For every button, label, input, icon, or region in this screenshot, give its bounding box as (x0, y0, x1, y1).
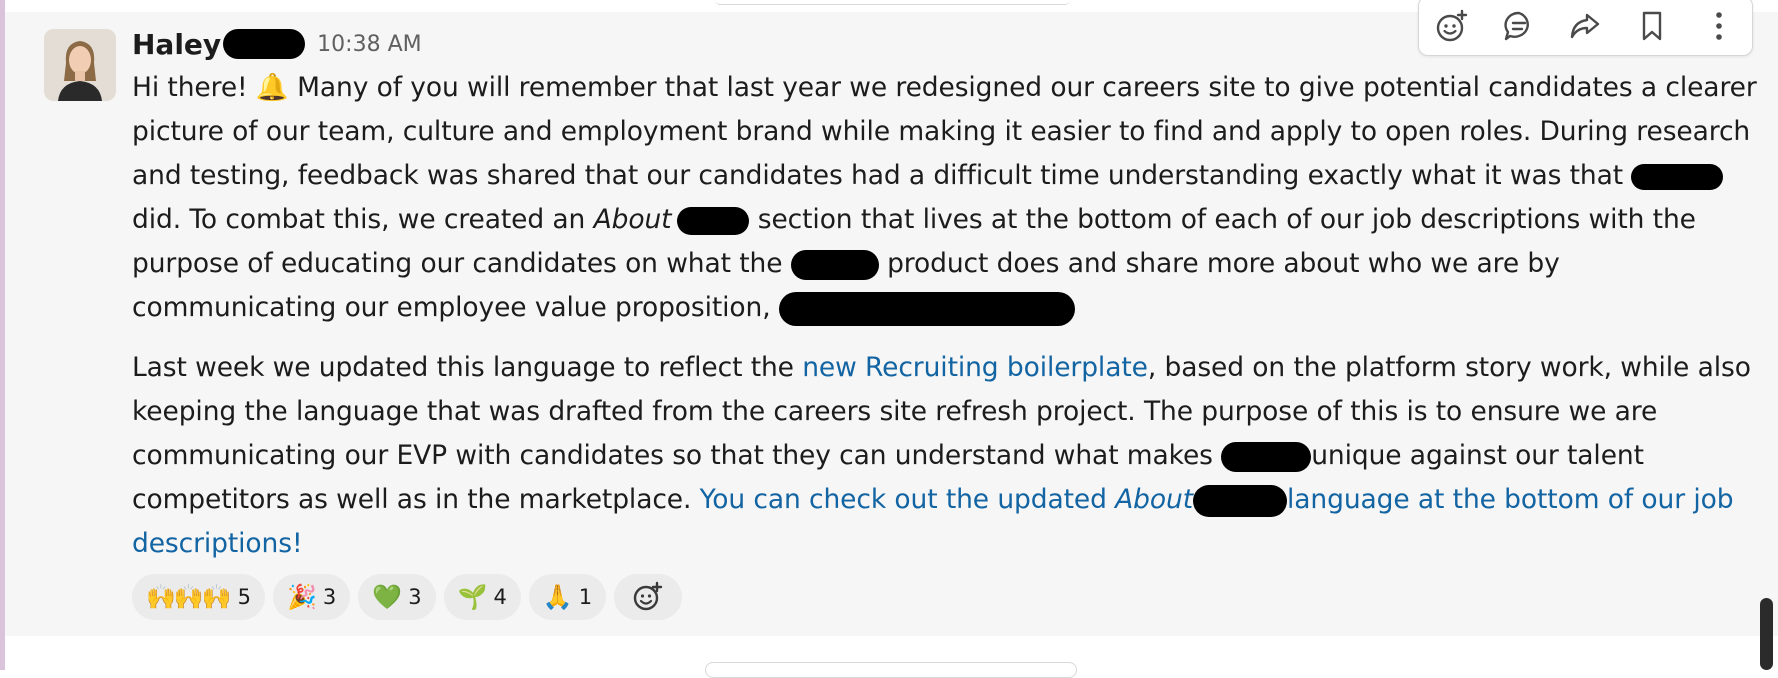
add-reaction-toolbar-button[interactable] (1430, 4, 1474, 48)
job-descriptions-link[interactable]: language at the bottom of our job (1287, 484, 1734, 515)
reaction-thank-you[interactable]: 🙏 1 (528, 574, 607, 620)
redacted-text (1631, 163, 1724, 190)
body-line: competitors as well as in the marketplac… (132, 478, 1752, 522)
body-text: product does and share more about who we… (878, 248, 1560, 279)
body-text: Many of you will remember that last year… (288, 72, 1757, 103)
body-text: section that lives at the bottom of each… (749, 204, 1696, 235)
author-name[interactable]: Haley (132, 28, 221, 61)
thank-you-emoji-icon: 🙏 (542, 583, 573, 611)
recruiting-boilerplate-link[interactable]: new Recruiting boilerplate (802, 352, 1148, 383)
reactions-bar: 🙌🙌🙌 5 🎉 3 💚 3 🌱 4 🙏 1 (132, 574, 683, 620)
add-reaction-icon (633, 581, 663, 611)
more-actions-icon (1715, 12, 1722, 40)
body-text: competitors as well as in the marketplac… (132, 484, 700, 515)
body-line: keeping the language that was drafted fr… (132, 390, 1752, 434)
body-line: picture of our team, culture and employm… (132, 110, 1752, 154)
bottom-divider (705, 662, 1077, 678)
redacted-text (778, 291, 1075, 326)
add-reaction-button[interactable] (614, 574, 683, 620)
avatar[interactable] (44, 29, 116, 101)
redacted-text (790, 249, 879, 280)
raised-hands-emoji-icon: 🙌🙌🙌 (146, 583, 232, 611)
avatar-photo (44, 29, 116, 101)
job-descriptions-link-italic[interactable]: About (1115, 484, 1193, 515)
reaction-raised-hands[interactable]: 🙌🙌🙌 5 (132, 574, 266, 620)
body-text: Hi there! (132, 72, 256, 103)
reaction-green-heart[interactable]: 💚 3 (358, 574, 436, 620)
green-heart-emoji-icon: 💚 (372, 583, 402, 611)
body-text: , based on the platform story work, whil… (1147, 352, 1751, 383)
message-header: Haley 10:38 AM (132, 26, 422, 62)
body-text: communicating our EVP with candidates so… (132, 440, 1222, 471)
body-line: Last week we updated this language to re… (132, 346, 1752, 390)
body-line: Hi there! 🔔 Many of you will remember th… (132, 66, 1757, 110)
body-text: did. To combat this, we created an (132, 204, 594, 235)
bookmark-icon (1642, 11, 1662, 41)
party-popper-emoji-icon: 🎉 (287, 583, 317, 611)
message-timestamp[interactable]: 10:38 AM (317, 32, 421, 57)
reaction-seedling[interactable]: 🌱 4 (443, 574, 521, 620)
bell-emoji-icon: 🔔 (255, 72, 289, 103)
top-divider (715, 0, 1070, 5)
body-text: Last week we updated this language to re… (132, 352, 803, 383)
redacted-surname (223, 29, 306, 59)
body-line: and testing, feedback was shared that ou… (132, 154, 1752, 198)
reaction-count: 3 (322, 585, 337, 609)
job-descriptions-link[interactable]: descriptions! (132, 528, 303, 559)
seedling-emoji-icon: 🌱 (457, 583, 488, 611)
reaction-count: 5 (237, 585, 252, 609)
message-body: Hi there! 🔔 Many of you will remember th… (132, 66, 1757, 566)
reaction-count: 1 (578, 585, 593, 609)
body-text: and testing, feedback was shared that ou… (132, 160, 1632, 191)
save-for-later-button[interactable] (1630, 4, 1674, 48)
redacted-text (677, 206, 750, 235)
redacted-text (1221, 441, 1312, 472)
reaction-count: 4 (493, 585, 507, 609)
reaction-party-popper[interactable]: 🎉 3 (273, 574, 351, 620)
body-text-italic: About (593, 204, 672, 235)
body-text: keeping the language that was drafted fr… (132, 396, 1658, 427)
redacted-text (1193, 484, 1288, 517)
share-message-button[interactable] (1563, 4, 1607, 48)
more-actions-button[interactable] (1697, 4, 1741, 48)
reaction-count: 3 (408, 585, 422, 609)
share-icon (1571, 13, 1600, 39)
body-text: purpose of educating our candidates on w… (132, 248, 791, 279)
body-text: communicating our employee value proposi… (132, 292, 779, 323)
reply-thread-button[interactable] (1497, 4, 1541, 48)
job-descriptions-link[interactable]: You can check out the updated (700, 484, 1116, 515)
scrollbar-thumb[interactable] (1760, 598, 1773, 670)
message-actions-toolbar (1418, 0, 1753, 56)
body-text: unique against our talent (1311, 440, 1644, 471)
reply-thread-icon (1504, 11, 1529, 41)
add-reaction-icon (1437, 9, 1468, 42)
body-text: picture of our team, culture and employm… (132, 116, 1751, 147)
body-line: descriptions! (132, 522, 1752, 566)
body-line: communicating our EVP with candidates so… (132, 434, 1752, 478)
body-line: communicating our employee value proposi… (132, 286, 1752, 330)
body-line: purpose of educating our candidates on w… (132, 242, 1752, 286)
body-line: did. To combat this, we created an About… (132, 198, 1752, 242)
